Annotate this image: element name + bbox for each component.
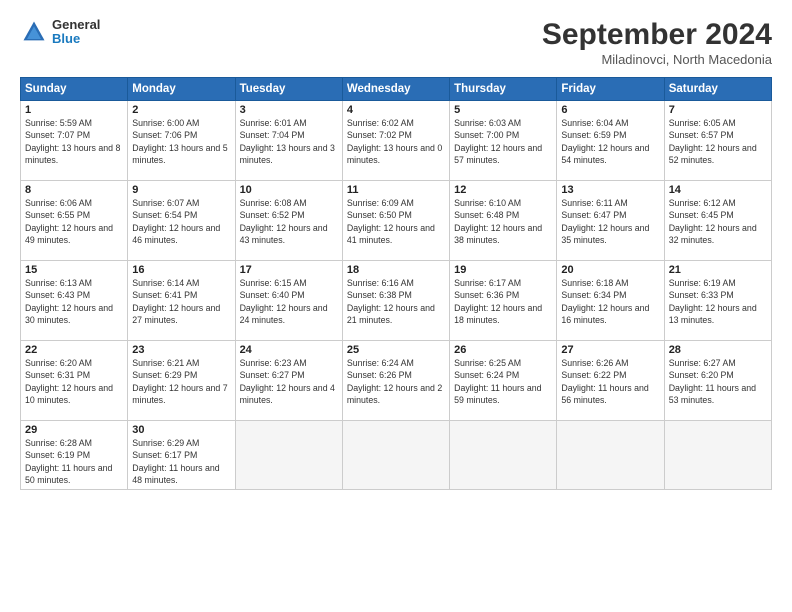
day-cell-empty <box>342 421 449 490</box>
day-cell: 20 Sunrise: 6:18 AMSunset: 6:34 PMDaylig… <box>557 261 664 341</box>
header: General Blue September 2024 Miladinovci,… <box>20 18 772 67</box>
col-monday: Monday <box>128 78 235 101</box>
page: General Blue September 2024 Miladinovci,… <box>0 0 792 612</box>
col-sunday: Sunday <box>21 78 128 101</box>
day-cell: 3 Sunrise: 6:01 AMSunset: 7:04 PMDayligh… <box>235 101 342 181</box>
table-row: 29 Sunrise: 6:28 AMSunset: 6:19 PMDaylig… <box>21 421 772 490</box>
day-cell: 8 Sunrise: 6:06 AMSunset: 6:55 PMDayligh… <box>21 181 128 261</box>
day-cell: 25 Sunrise: 6:24 AMSunset: 6:26 PMDaylig… <box>342 341 449 421</box>
day-cell: 2 Sunrise: 6:00 AMSunset: 7:06 PMDayligh… <box>128 101 235 181</box>
day-cell-empty <box>557 421 664 490</box>
day-cell: 15 Sunrise: 6:13 AMSunset: 6:43 PMDaylig… <box>21 261 128 341</box>
table-row: 1 Sunrise: 5:59 AMSunset: 7:07 PMDayligh… <box>21 101 772 181</box>
day-cell: 14 Sunrise: 6:12 AMSunset: 6:45 PMDaylig… <box>664 181 771 261</box>
day-cell-empty <box>450 421 557 490</box>
col-friday: Friday <box>557 78 664 101</box>
col-tuesday: Tuesday <box>235 78 342 101</box>
logo-text: General Blue <box>52 18 100 47</box>
day-cell: 9 Sunrise: 6:07 AMSunset: 6:54 PMDayligh… <box>128 181 235 261</box>
col-wednesday: Wednesday <box>342 78 449 101</box>
title-block: September 2024 Miladinovci, North Macedo… <box>542 18 772 67</box>
logo: General Blue <box>20 18 100 47</box>
day-cell: 18 Sunrise: 6:16 AMSunset: 6:38 PMDaylig… <box>342 261 449 341</box>
day-cell: 22 Sunrise: 6:20 AMSunset: 6:31 PMDaylig… <box>21 341 128 421</box>
day-cell: 21 Sunrise: 6:19 AMSunset: 6:33 PMDaylig… <box>664 261 771 341</box>
logo-icon <box>20 18 48 46</box>
table-row: 15 Sunrise: 6:13 AMSunset: 6:43 PMDaylig… <box>21 261 772 341</box>
calendar-header-row: Sunday Monday Tuesday Wednesday Thursday… <box>21 78 772 101</box>
col-saturday: Saturday <box>664 78 771 101</box>
calendar: Sunday Monday Tuesday Wednesday Thursday… <box>20 77 772 490</box>
day-cell: 30 Sunrise: 6:29 AMSunset: 6:17 PMDaylig… <box>128 421 235 490</box>
day-cell: 24 Sunrise: 6:23 AMSunset: 6:27 PMDaylig… <box>235 341 342 421</box>
day-cell: 6 Sunrise: 6:04 AMSunset: 6:59 PMDayligh… <box>557 101 664 181</box>
day-cell: 1 Sunrise: 5:59 AMSunset: 7:07 PMDayligh… <box>21 101 128 181</box>
day-cell: 17 Sunrise: 6:15 AMSunset: 6:40 PMDaylig… <box>235 261 342 341</box>
month-title: September 2024 <box>542 18 772 52</box>
table-row: 22 Sunrise: 6:20 AMSunset: 6:31 PMDaylig… <box>21 341 772 421</box>
day-cell: 29 Sunrise: 6:28 AMSunset: 6:19 PMDaylig… <box>21 421 128 490</box>
day-cell: 10 Sunrise: 6:08 AMSunset: 6:52 PMDaylig… <box>235 181 342 261</box>
day-cell: 5 Sunrise: 6:03 AMSunset: 7:00 PMDayligh… <box>450 101 557 181</box>
day-cell: 12 Sunrise: 6:10 AMSunset: 6:48 PMDaylig… <box>450 181 557 261</box>
day-cell: 19 Sunrise: 6:17 AMSunset: 6:36 PMDaylig… <box>450 261 557 341</box>
day-cell: 27 Sunrise: 6:26 AMSunset: 6:22 PMDaylig… <box>557 341 664 421</box>
col-thursday: Thursday <box>450 78 557 101</box>
day-cell: 23 Sunrise: 6:21 AMSunset: 6:29 PMDaylig… <box>128 341 235 421</box>
logo-blue: Blue <box>52 32 100 46</box>
logo-general: General <box>52 18 100 32</box>
day-cell: 13 Sunrise: 6:11 AMSunset: 6:47 PMDaylig… <box>557 181 664 261</box>
day-cell: 11 Sunrise: 6:09 AMSunset: 6:50 PMDaylig… <box>342 181 449 261</box>
day-cell: 26 Sunrise: 6:25 AMSunset: 6:24 PMDaylig… <box>450 341 557 421</box>
day-cell-empty <box>664 421 771 490</box>
day-cell: 4 Sunrise: 6:02 AMSunset: 7:02 PMDayligh… <box>342 101 449 181</box>
day-cell: 16 Sunrise: 6:14 AMSunset: 6:41 PMDaylig… <box>128 261 235 341</box>
table-row: 8 Sunrise: 6:06 AMSunset: 6:55 PMDayligh… <box>21 181 772 261</box>
day-cell: 7 Sunrise: 6:05 AMSunset: 6:57 PMDayligh… <box>664 101 771 181</box>
location: Miladinovci, North Macedonia <box>542 52 772 67</box>
day-cell-empty <box>235 421 342 490</box>
day-cell: 28 Sunrise: 6:27 AMSunset: 6:20 PMDaylig… <box>664 341 771 421</box>
